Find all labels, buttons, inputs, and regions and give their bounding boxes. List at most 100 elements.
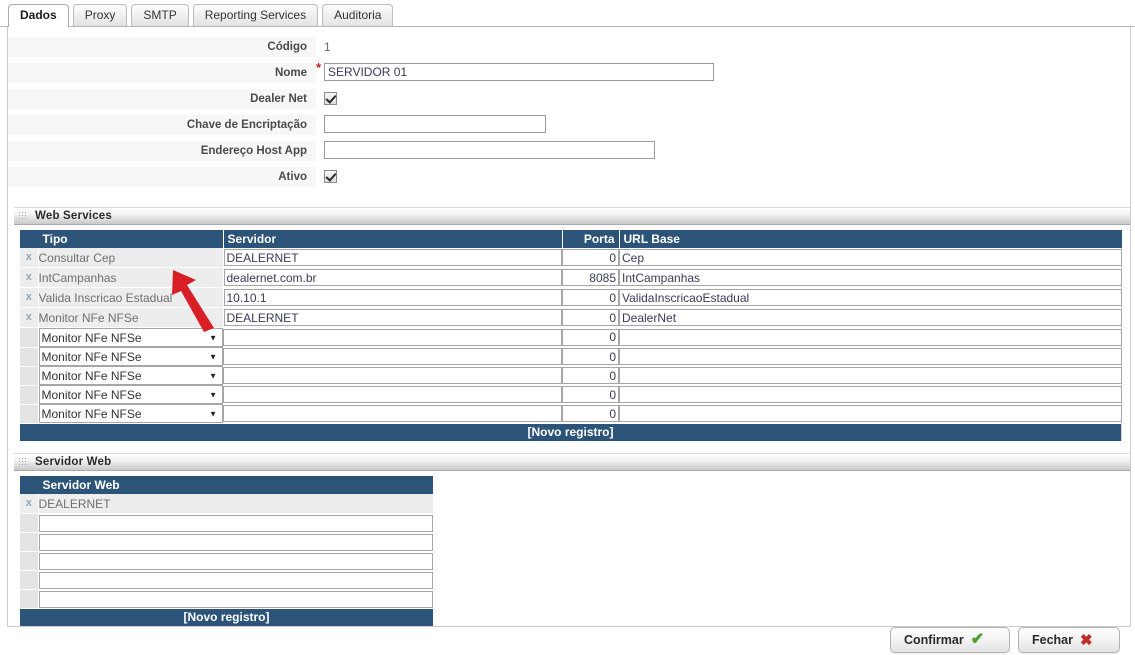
servidor-input[interactable] — [223, 309, 562, 326]
tab-dados[interactable]: Dados — [8, 4, 69, 28]
delete-row-icon[interactable]: x — [20, 308, 38, 327]
tab-auditoria[interactable]: Auditoria — [322, 4, 394, 26]
fechar-label: Fechar — [1032, 633, 1073, 647]
servidor-input[interactable] — [223, 328, 562, 346]
tipo-select[interactable]: Monitor NFe NFSe — [38, 385, 223, 404]
cell-url-base — [619, 404, 1122, 423]
nome-input[interactable] — [324, 63, 714, 81]
servidor-input[interactable] — [223, 348, 562, 365]
servidor-input[interactable] — [223, 405, 562, 422]
servidor-input[interactable] — [223, 269, 562, 286]
web-services-section-header[interactable]: Web Services — [14, 207, 1130, 225]
cell-servidor — [223, 404, 562, 423]
table-row-new — [20, 551, 433, 571]
tipo-select[interactable]: Monitor NFe NFSe — [38, 366, 223, 385]
servidor-web-new-record-button[interactable]: [Novo registro] — [20, 609, 433, 626]
url-base-input[interactable] — [619, 328, 1122, 346]
dealer-net-field — [316, 89, 1130, 111]
cell-tipo: IntCampanhas — [38, 267, 224, 288]
delete-row-icon[interactable]: x — [20, 248, 38, 267]
servidor-web-input[interactable] — [38, 571, 433, 589]
url-base-input[interactable] — [619, 405, 1122, 422]
url-base-input[interactable] — [619, 289, 1122, 306]
porta-input[interactable] — [562, 386, 619, 403]
cell-tipo: Consultar Cep — [38, 248, 224, 268]
endereco-host-app-input[interactable] — [324, 141, 655, 159]
url-base-input[interactable] — [619, 249, 1122, 267]
delete-row-cell[interactable]: x — [20, 267, 39, 288]
servidor-input[interactable] — [223, 367, 562, 384]
delete-row-cell[interactable]: x — [20, 494, 39, 514]
required-asterisk: * — [316, 60, 322, 75]
ativo-checkbox[interactable] — [324, 170, 337, 184]
ativo-field — [316, 167, 1130, 189]
web-services-new-record-button[interactable]: [Novo registro] — [20, 423, 1121, 441]
delete-row-icon[interactable]: x — [20, 268, 38, 287]
delete-row-cell[interactable]: x — [20, 248, 39, 268]
tab-reporting-services[interactable]: Reporting Services — [192, 4, 319, 26]
tipo-select[interactable]: Monitor NFe NFSe — [38, 328, 223, 347]
web-services-grid: Tipo Servidor Porta URL Base x Consultar… — [20, 230, 1123, 441]
delete-row-icon[interactable]: x — [20, 494, 38, 513]
row-handle[interactable] — [20, 366, 39, 386]
endereco-host-app-field — [316, 141, 1130, 163]
url-base-input[interactable] — [619, 348, 1122, 365]
row-handle[interactable] — [20, 327, 39, 348]
delete-row-icon[interactable]: x — [20, 288, 38, 307]
porta-input[interactable] — [562, 289, 619, 306]
chave-encriptacao-input[interactable] — [324, 115, 546, 133]
servidor-web-section: Servidor Web Servidor Web x DEALERNET [N… — [14, 453, 1130, 626]
header-porta: Porta — [562, 230, 620, 248]
url-base-input[interactable] — [619, 309, 1122, 326]
cell-tipo-select: Monitor NFe NFSe — [38, 328, 223, 347]
confirmar-button[interactable]: Confirmar ✔ — [890, 627, 1010, 653]
row-handle[interactable] — [20, 385, 39, 405]
row-handle[interactable] — [20, 532, 39, 552]
servidor-input[interactable] — [223, 289, 562, 306]
delete-row-cell[interactable]: x — [20, 307, 39, 328]
tipo-select[interactable]: Monitor NFe NFSe — [38, 347, 223, 366]
table-header-row: Tipo Servidor Porta URL Base — [20, 230, 1123, 248]
porta-input[interactable] — [562, 348, 619, 365]
url-base-input[interactable] — [619, 386, 1122, 403]
porta-input[interactable] — [562, 269, 619, 286]
cell-porta — [562, 268, 619, 288]
servidor-web-input[interactable] — [38, 533, 433, 551]
codigo-field: 1 — [316, 37, 1130, 59]
dealer-net-checkbox[interactable] — [324, 92, 337, 106]
tab-panel-dados: Código 1 Nome * Dealer Net Chave de — [7, 27, 1131, 627]
tab-proxy[interactable]: Proxy — [72, 4, 128, 26]
porta-input[interactable] — [562, 405, 619, 422]
row-handle[interactable] — [20, 513, 39, 533]
table-header-row: Servidor Web — [20, 476, 434, 494]
table-row-new — [20, 589, 433, 609]
servidor-web-section-header[interactable]: Servidor Web — [14, 453, 1130, 471]
dialog-action-bar: Confirmar ✔ Fechar ✖ — [0, 627, 1135, 655]
url-base-input[interactable] — [619, 367, 1122, 384]
row-handle[interactable] — [20, 404, 39, 424]
url-base-input[interactable] — [619, 269, 1122, 286]
servidor-input[interactable] — [223, 249, 562, 267]
servidor-web-title: Servidor Web — [35, 456, 112, 468]
row-handle[interactable] — [20, 347, 39, 367]
porta-input[interactable] — [562, 309, 619, 326]
delete-row-cell[interactable]: x — [20, 287, 39, 308]
porta-input[interactable] — [562, 249, 619, 267]
porta-input[interactable] — [562, 367, 619, 384]
cell-porta — [562, 308, 619, 328]
table-row-new — [20, 532, 433, 552]
cell-tipo-select: Monitor NFe NFSe — [38, 404, 223, 423]
tab-smtp[interactable]: SMTP — [131, 4, 189, 26]
servidor-web-input[interactable] — [38, 590, 433, 608]
servidor-input[interactable] — [223, 386, 562, 403]
web-services-section: Web Services Tipo Servidor Porta URL Bas… — [14, 207, 1130, 441]
porta-input[interactable] — [562, 328, 619, 346]
row-handle[interactable] — [20, 551, 39, 571]
tipo-select[interactable]: Monitor NFe NFSe — [38, 404, 223, 423]
row-handle[interactable] — [20, 589, 39, 609]
table-row-new: Monitor NFe NFSe — [20, 404, 1122, 424]
servidor-web-input[interactable] — [38, 552, 433, 570]
row-handle[interactable] — [20, 570, 39, 590]
servidor-web-input[interactable] — [38, 514, 433, 532]
fechar-button[interactable]: Fechar ✖ — [1018, 627, 1120, 653]
